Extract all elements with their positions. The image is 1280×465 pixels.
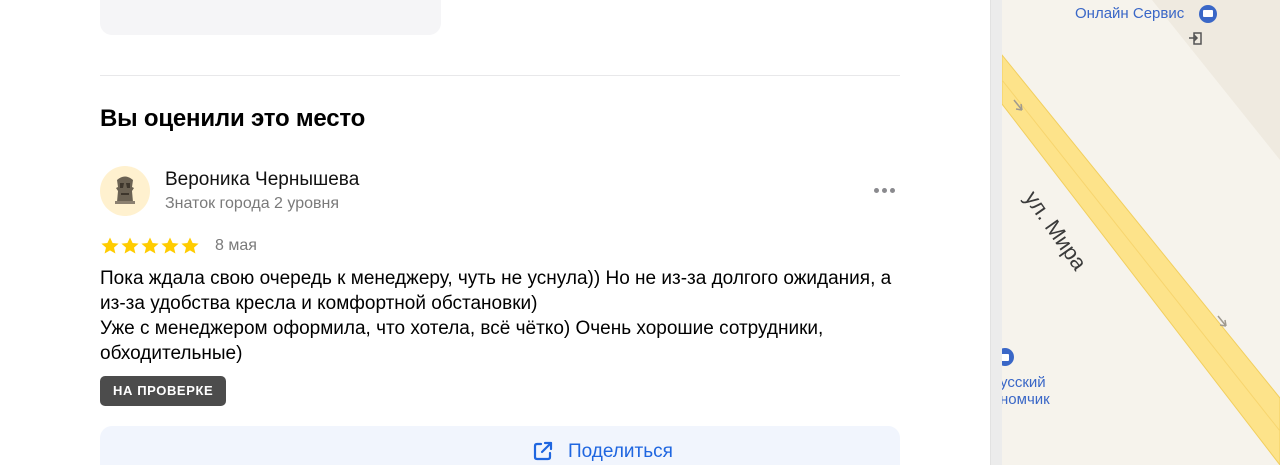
moai-statue-icon <box>115 176 135 204</box>
panel-scrollbar[interactable] <box>990 0 1002 465</box>
star-icon <box>161 237 179 254</box>
poi-label[interactable]: Онлайн Сервис <box>1075 5 1184 22</box>
share-external-icon <box>533 441 553 461</box>
status-badge: НА ПРОВЕРКЕ <box>100 376 227 406</box>
review-text: Пока ждала свою очередь к менеджеру, чут… <box>100 268 892 364</box>
star-icon <box>181 237 199 254</box>
place-review-panel: Вы оценили это место Вероника Чернышева … <box>0 0 990 465</box>
review-date: 8 мая <box>215 237 257 254</box>
section-title: Вы оценили это место <box>100 105 366 132</box>
star-icon <box>141 237 159 254</box>
map-view[interactable]: Онлайн Сервис ул. Мира усский номчик <box>1002 0 1280 465</box>
author-level: Знаток города 2 уровня <box>165 195 340 212</box>
share-button[interactable]: Поделиться <box>100 426 900 465</box>
previous-card <box>100 0 441 35</box>
star-icon <box>101 237 119 254</box>
avatar[interactable] <box>100 166 150 216</box>
poi-label[interactable]: усский номчик <box>1002 374 1050 408</box>
share-label: Поделиться <box>568 441 673 462</box>
star-icon <box>121 237 139 254</box>
section-divider <box>100 75 900 76</box>
more-horizontal-icon[interactable] <box>866 183 904 199</box>
author-name[interactable]: Вероника Чернышева <box>165 169 359 191</box>
shop-icon[interactable] <box>1199 5 1217 23</box>
